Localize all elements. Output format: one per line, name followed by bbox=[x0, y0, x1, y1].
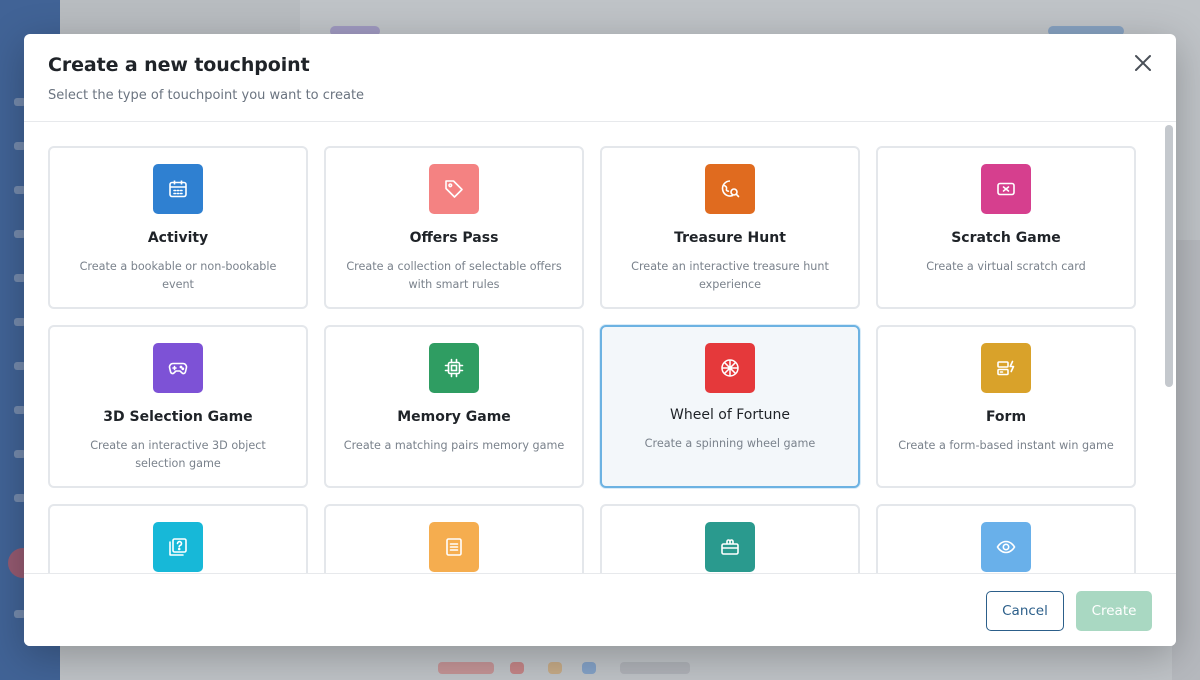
touchpoint-card-offers-pass[interactable]: Offers Pass Create a collection of selec… bbox=[324, 146, 584, 309]
chip-icon bbox=[429, 343, 479, 393]
touchpoint-card-form[interactable]: Form Create a form-based instant win gam… bbox=[876, 325, 1136, 488]
card-description: Create a virtual scratch card bbox=[926, 260, 1086, 273]
card-description: Create a form-based instant win game bbox=[898, 439, 1114, 452]
gift-icon bbox=[705, 522, 755, 572]
touchpoint-card-view[interactable] bbox=[876, 504, 1136, 573]
document-icon bbox=[429, 522, 479, 572]
touchpoint-card-gift[interactable] bbox=[600, 504, 860, 573]
card-title: Offers Pass bbox=[409, 230, 499, 246]
card-title: Activity bbox=[147, 230, 209, 246]
touchpoint-card-3d-selection-game[interactable]: 3D Selection Game Create an interactive … bbox=[48, 325, 308, 488]
card-description: Create a bookable or non-bookable event bbox=[79, 260, 277, 291]
dialog-footer: Cancel Create bbox=[24, 573, 1176, 646]
create-touchpoint-dialog: Create a new touchpoint Select the type … bbox=[24, 34, 1176, 646]
dialog-title: Create a new touchpoint bbox=[48, 54, 310, 76]
tag-icon bbox=[429, 164, 479, 214]
scrollbar[interactable] bbox=[1164, 125, 1174, 571]
cancel-button[interactable]: Cancel bbox=[986, 591, 1064, 631]
ticket-icon bbox=[981, 164, 1031, 214]
touchpoint-type-list[interactable]: Activity Create a bookable or non-bookab… bbox=[24, 123, 1176, 573]
card-description: Create an interactive treasure hunt expe… bbox=[631, 260, 829, 291]
calendar-icon bbox=[153, 164, 203, 214]
gamepad-icon bbox=[153, 343, 203, 393]
touchpoint-card-activity[interactable]: Activity Create a bookable or non-bookab… bbox=[48, 146, 308, 309]
eye-icon bbox=[981, 522, 1031, 572]
touchpoint-card-wheel-of-fortune[interactable]: Wheel of Fortune Create a spinning wheel… bbox=[600, 325, 860, 488]
card-title: Treasure Hunt bbox=[674, 230, 786, 246]
card-description: Create a collection of selectable offers… bbox=[346, 260, 562, 291]
dialog-header: Create a new touchpoint Select the type … bbox=[24, 34, 1176, 122]
touchpoint-card-quiz[interactable] bbox=[48, 504, 308, 573]
touchpoint-card-treasure-hunt[interactable]: Treasure Hunt Create an interactive trea… bbox=[600, 146, 860, 309]
quiz-icon bbox=[153, 522, 203, 572]
touchpoint-card-memory-game[interactable]: Memory Game Create a matching pairs memo… bbox=[324, 325, 584, 488]
map-search-icon bbox=[705, 164, 755, 214]
card-description: Create a matching pairs memory game bbox=[343, 439, 565, 452]
wheel-icon bbox=[705, 343, 755, 393]
card-description: Create an interactive 3D object selectio… bbox=[90, 439, 266, 470]
card-title: Scratch Game bbox=[951, 230, 1061, 246]
card-title: Form bbox=[985, 409, 1027, 425]
card-title: 3D Selection Game bbox=[103, 409, 253, 425]
scrollbar-thumb[interactable] bbox=[1165, 125, 1173, 387]
card-title: Memory Game bbox=[397, 409, 511, 425]
card-title: Wheel of Fortune bbox=[670, 407, 790, 423]
create-button[interactable]: Create bbox=[1076, 591, 1152, 631]
close-icon[interactable] bbox=[1132, 52, 1154, 74]
form-icon bbox=[981, 343, 1031, 393]
touchpoint-card-scratch-game[interactable]: Scratch Game Create a virtual scratch ca… bbox=[876, 146, 1136, 309]
card-description: Create a spinning wheel game bbox=[644, 437, 816, 450]
dialog-subtitle: Select the type of touchpoint you want t… bbox=[48, 88, 365, 103]
touchpoint-card-document[interactable] bbox=[324, 504, 584, 573]
